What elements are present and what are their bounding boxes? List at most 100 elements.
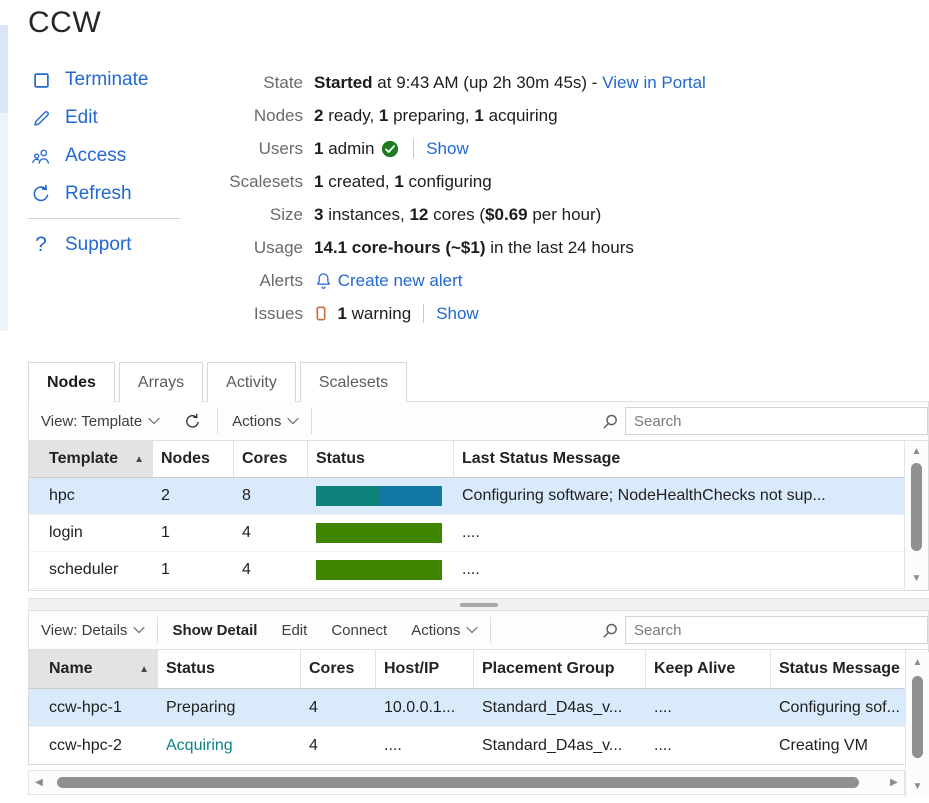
edit-button[interactable]: Edit (269, 611, 319, 649)
cell-status (308, 478, 454, 514)
detail-tabs: Nodes Arrays Activity Scalesets (28, 362, 929, 402)
cell-nodes: 1 (161, 561, 170, 578)
search-input[interactable] (625, 616, 928, 644)
action-edit[interactable]: Edit (28, 104, 188, 132)
cell-status (308, 552, 454, 588)
template-row[interactable]: scheduler 1 4.... (29, 552, 928, 589)
action-terminate[interactable]: Terminate (28, 66, 188, 94)
splitter-grip-icon (459, 602, 498, 607)
column-header-nodes[interactable]: Nodes (153, 441, 234, 477)
tab-activity[interactable]: Activity (207, 362, 296, 402)
info-divider (423, 304, 425, 323)
info-value: 1 created, 1 configuring (314, 172, 492, 192)
bell-icon[interactable] (316, 272, 331, 289)
column-header-last-status-message[interactable]: Last Status Message (454, 441, 906, 477)
info-text: at 9:43 AM (up 2h 30m 45s) - (372, 72, 603, 92)
cell-status: Preparing (166, 698, 236, 716)
column-header-cores[interactable]: Cores (234, 441, 308, 477)
info-label: Nodes (253, 105, 303, 125)
action-support[interactable]: ? Support (28, 231, 188, 259)
vertical-scroll-thumb[interactable] (912, 676, 923, 758)
actions-dropdown[interactable]: Actions (399, 611, 488, 649)
scroll-up-button[interactable]: ▲ (905, 447, 928, 457)
view-template-dropdown[interactable]: View: Template (29, 402, 170, 440)
tab-arrays[interactable]: Arrays (118, 362, 204, 402)
scroll-up-button[interactable]: ▲ (906, 658, 929, 668)
column-header-host-ip[interactable]: Host/IP (376, 650, 474, 688)
column-header-cores[interactable]: Cores (301, 650, 376, 688)
column-header-status-message[interactable]: Status Message (771, 650, 906, 688)
template-row[interactable]: login 1 4.... (29, 515, 928, 552)
chevron-down-icon (287, 412, 300, 424)
cell-template: login (49, 524, 83, 541)
scroll-down-button[interactable]: ▼ (906, 782, 929, 792)
cell-name: ccw-hpc-2 (49, 736, 122, 754)
cell-last-status-message: Configuring software; NodeHealthChecks n… (462, 487, 826, 504)
check-circle-icon (381, 140, 399, 158)
cell-status (308, 515, 454, 551)
node-row[interactable]: ccw-hpc-1 Preparing 4 10.0.0.1... Standard_D… (29, 689, 928, 727)
column-header-status[interactable]: Status (308, 441, 454, 477)
scroll-down-button[interactable]: ▼ (905, 574, 928, 584)
action-refresh[interactable]: Refresh (28, 180, 188, 208)
table-header-row: Name ▲ Status Cores Host/IP Placement Group Ke… (29, 650, 928, 689)
cell-host-ip: .... (384, 736, 402, 754)
template-row[interactable]: hpc 2 8 Configuring software; NodeHealthChe… (29, 478, 928, 515)
info-value: Create new alert (314, 271, 462, 291)
column-header-label: Cores (242, 450, 288, 467)
column-header-label: Status (316, 450, 365, 467)
stop-square-icon (30, 72, 52, 89)
view-in-portal-link[interactable]: View in Portal (602, 73, 706, 93)
table-vertical-scrollbar[interactable]: ▲ ▼ (904, 441, 928, 590)
tab-scalesets[interactable]: Scalesets (299, 362, 408, 402)
horizontal-scrollbar[interactable]: ◀ ▶ (28, 770, 905, 795)
node-row[interactable]: ccw-hpc-2 Acquiring 4.... Standard_D4as_v..… (29, 727, 928, 764)
horizontal-scroll-track[interactable] (49, 771, 884, 794)
nodes-table-scrollbar[interactable]: ▲ ▼ (905, 652, 929, 798)
search-icon (602, 622, 619, 639)
info-label: Usage (253, 237, 303, 257)
info-text: instances, (323, 204, 410, 224)
show-detail-button[interactable]: Show Detail (160, 611, 269, 649)
toolbar-divider (490, 617, 492, 643)
scroll-right-button[interactable]: ▶ (884, 777, 904, 788)
people-icon (30, 147, 52, 166)
column-header-template[interactable]: Template ▲ (29, 441, 153, 477)
info-text: 1 (394, 171, 404, 191)
tab-nodes[interactable]: Nodes (28, 362, 115, 402)
refresh-table-button[interactable] (170, 402, 215, 440)
show-link[interactable]: Show (436, 304, 479, 324)
cell-template: scheduler (49, 561, 119, 578)
horizontal-scroll-thumb[interactable] (57, 777, 859, 788)
connect-button[interactable]: Connect (319, 611, 399, 649)
search-input[interactable] (625, 407, 928, 435)
info-text: 1 (337, 303, 347, 323)
vertical-scroll-thumb[interactable] (911, 463, 922, 551)
show-link[interactable]: Show (426, 139, 469, 159)
scroll-left-button[interactable]: ◀ (29, 777, 49, 788)
info-text: preparing, (388, 105, 475, 125)
status-bar (316, 560, 442, 580)
info-text: cores ( (428, 204, 486, 224)
create-new-alert-link[interactable]: Create new alert (333, 271, 463, 291)
actions-dropdown[interactable]: Actions (220, 402, 309, 440)
view-details-dropdown[interactable]: View: Details (29, 611, 155, 649)
info-text: 14.1 core-hours (~$1) (314, 237, 486, 257)
action-access-label: Access (65, 145, 127, 166)
view-details-label: View: Details (41, 621, 128, 639)
info-row-scalesets: Scalesets 1 created, 1 configuring (208, 165, 706, 198)
column-header-keep-alive[interactable]: Keep Alive (646, 650, 771, 688)
action-access[interactable]: Access (28, 142, 188, 170)
info-divider (413, 139, 415, 158)
info-value: 3 instances, 12 cores ($0.69 per hour) (314, 205, 601, 225)
cell-cores: 4 (242, 524, 251, 541)
info-label: Issues (253, 303, 303, 323)
column-header-status[interactable]: Status (158, 650, 301, 688)
column-header-label: Cores (309, 660, 355, 677)
info-text: per hour) (527, 204, 602, 224)
actions-label: Actions (232, 412, 282, 430)
column-header-placement-group[interactable]: Placement Group (474, 650, 646, 688)
info-text: 3 (314, 204, 324, 224)
cell-status-message: Configuring sof... (779, 698, 900, 716)
column-header-name[interactable]: Name ▲ (29, 650, 158, 688)
